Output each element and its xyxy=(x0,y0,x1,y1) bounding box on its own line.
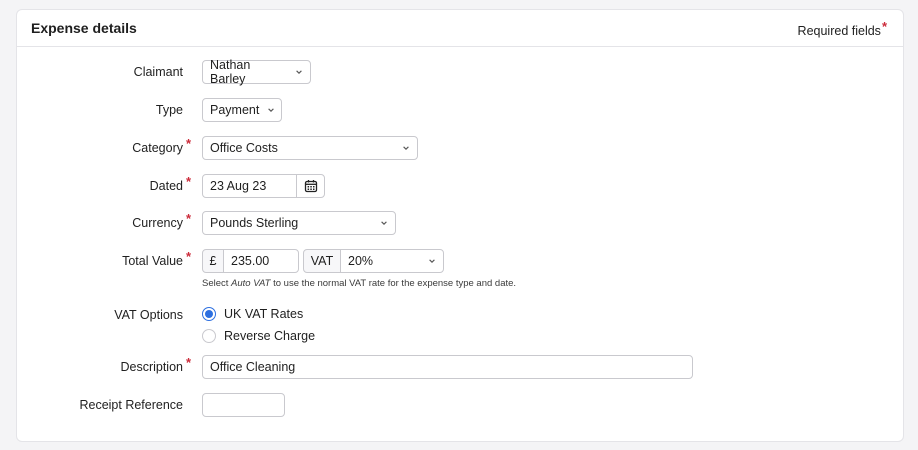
required-fields-note: Required fields* xyxy=(798,19,887,38)
required-asterisk: * xyxy=(185,249,191,264)
receipt-reference-row: Receipt Reference xyxy=(17,393,193,417)
currency-symbol: £ xyxy=(202,249,224,273)
total-value-input[interactable]: 235.00 xyxy=(223,249,299,273)
required-asterisk: * xyxy=(881,18,887,34)
chevron-down-icon xyxy=(296,70,302,74)
currency-select[interactable]: Pounds Sterling xyxy=(202,211,396,235)
description-label: Description * xyxy=(17,355,193,374)
vat-rate-select[interactable]: 20% xyxy=(340,249,444,273)
description-row: Description * xyxy=(17,355,193,379)
date-value: 23 Aug 23 xyxy=(210,179,267,193)
vat-options-label: VAT Options xyxy=(114,308,183,322)
total-value-amount: 235.00 xyxy=(231,254,270,268)
required-asterisk: * xyxy=(185,211,191,226)
vat-option-label: Reverse Charge xyxy=(224,329,316,343)
required-asterisk: * xyxy=(185,355,191,370)
vat-rate-value: 20% xyxy=(348,254,374,268)
currency-value: Pounds Sterling xyxy=(210,216,299,230)
vat-hint-auto-vat: Auto VAT xyxy=(231,278,271,289)
description-input[interactable]: Office Cleaning xyxy=(202,355,693,379)
vat-option-label: UK VAT Rates xyxy=(224,307,304,321)
date-picker-button[interactable] xyxy=(296,174,325,198)
total-value-row: Total Value * xyxy=(17,249,193,273)
category-select[interactable]: Office Costs xyxy=(202,136,418,160)
description-value: Office Cleaning xyxy=(210,360,296,374)
calendar-icon xyxy=(304,180,317,193)
currency-label: Currency * xyxy=(17,211,193,230)
claimant-value: Nathan Barley xyxy=(210,58,251,86)
receipt-reference-label: Receipt Reference xyxy=(79,398,183,412)
claimant-select[interactable]: Nathan Barley xyxy=(202,58,311,86)
radio-unselected[interactable] xyxy=(202,329,216,343)
vat-hint-suffix: to use the normal VAT rate for the expen… xyxy=(270,278,517,289)
category-label-text: Category xyxy=(132,141,183,155)
dated-row: Dated * xyxy=(17,174,193,198)
card-title: Expense details xyxy=(31,20,137,36)
vat-hint: Select Auto VAT to use the normal VAT ra… xyxy=(202,278,516,289)
category-label: Category * xyxy=(17,136,193,155)
vat-addon-label: VAT xyxy=(303,249,341,273)
required-asterisk: * xyxy=(185,136,191,151)
total-value-label-text: Total Value xyxy=(122,254,183,268)
radio-selected[interactable] xyxy=(202,307,216,321)
category-row: Category * xyxy=(17,136,193,160)
description-label-text: Description xyxy=(120,360,183,374)
category-value: Office Costs xyxy=(210,141,278,155)
dated-label: Dated * xyxy=(17,174,193,193)
currency-label-text: Currency xyxy=(132,216,183,230)
chevron-down-icon xyxy=(381,221,387,225)
claimant-label: Claimant xyxy=(133,65,183,79)
dated-label-text: Dated xyxy=(149,179,183,193)
vat-options-row: VAT Options xyxy=(17,307,193,323)
card-header: Expense details Required fields* xyxy=(17,10,903,47)
chevron-down-icon xyxy=(268,108,275,112)
chevron-down-icon xyxy=(429,259,435,263)
required-asterisk: * xyxy=(185,174,191,189)
currency-row: Currency * xyxy=(17,211,193,235)
type-row: Type xyxy=(17,98,193,122)
type-select[interactable]: Payment xyxy=(202,98,282,122)
vat-option-reverse-charge[interactable]: Reverse Charge xyxy=(202,329,315,343)
chevron-down-icon xyxy=(403,146,409,150)
type-label: Type xyxy=(155,103,183,117)
type-value: Payment xyxy=(210,103,260,117)
date-input[interactable]: 23 Aug 23 xyxy=(202,174,297,198)
expense-details-card: Expense details Required fields* Claiman… xyxy=(16,9,904,442)
vat-hint-prefix: Select xyxy=(202,278,232,289)
receipt-reference-input[interactable] xyxy=(202,393,285,417)
claimant-row: Claimant xyxy=(17,60,193,84)
required-fields-text: Required fields xyxy=(797,23,881,38)
total-value-label: Total Value * xyxy=(17,249,193,268)
vat-option-uk-rates[interactable]: UK VAT Rates xyxy=(202,307,303,321)
